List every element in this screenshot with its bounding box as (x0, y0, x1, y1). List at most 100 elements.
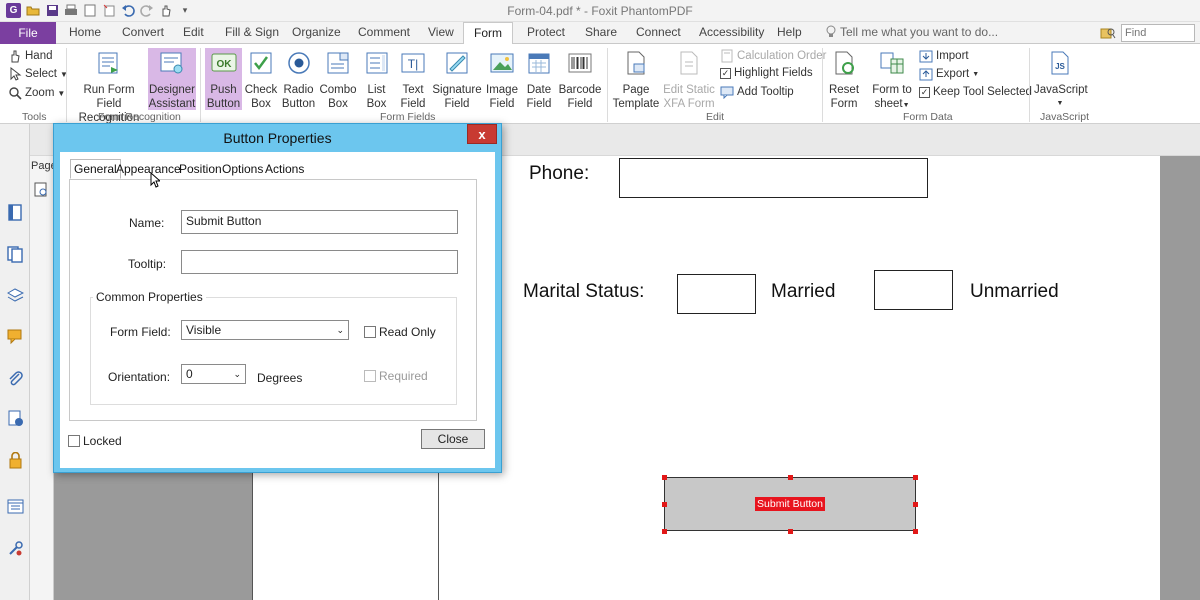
tab-appearance[interactable]: Appearance (116, 162, 181, 176)
hand-tool[interactable]: Hand (8, 49, 53, 63)
unmarried-checkbox-field[interactable] (874, 270, 953, 310)
zoom-dropdown-icon: ▼ (57, 88, 66, 98)
resize-handle[interactable] (913, 529, 918, 534)
tab-accessibility[interactable]: Accessibility (699, 25, 764, 39)
push-button-tool[interactable]: OK Push Button (205, 48, 242, 110)
keep-tool-selected-checkbox[interactable]: ✓ (919, 86, 930, 98)
page-thumbnails-icon[interactable] (7, 204, 24, 221)
customize-qat-icon[interactable]: ▾ (178, 3, 192, 17)
form-field-select[interactable]: Visible ⌄ (181, 320, 349, 340)
resize-handle[interactable] (913, 475, 918, 480)
tab-fill-sign[interactable]: Fill & Sign (225, 25, 279, 39)
edit-static-xfa-button[interactable]: Edit Static XFA Form (662, 48, 716, 110)
layers-icon[interactable] (7, 287, 24, 304)
tab-help[interactable]: Help (777, 25, 802, 39)
highlight-fields-toggle[interactable]: ✓ Highlight Fields (720, 67, 813, 79)
signature-field-tool[interactable]: Signature Field (432, 48, 482, 110)
tab-position[interactable]: Position (179, 162, 222, 176)
barcode-field-tool[interactable]: Barcode Field (558, 48, 602, 110)
designer-assistant-button[interactable]: Designer Assistant (148, 48, 196, 110)
tab-form[interactable]: Form (463, 22, 513, 45)
required-label: Required (379, 369, 428, 383)
tab-comment[interactable]: Comment (358, 25, 410, 39)
read-only-checkbox[interactable]: Read Only (364, 325, 436, 339)
radio-button-tool[interactable]: Radio Button (280, 48, 317, 110)
combo-box-tool[interactable]: Combo Box (319, 48, 357, 110)
required-checkbox[interactable]: Required (364, 369, 428, 383)
save-icon[interactable] (45, 3, 59, 17)
find-options-icon[interactable] (1100, 26, 1118, 40)
highlight-fields-checkbox[interactable]: ✓ (720, 67, 731, 79)
text-field-tool[interactable]: T| Text Field (396, 48, 430, 110)
print-icon[interactable] (64, 3, 78, 17)
find-input[interactable] (1121, 24, 1195, 42)
add-tooltip-button[interactable]: Add Tooltip (720, 85, 794, 99)
security-lock-icon[interactable] (7, 452, 24, 469)
check-box-tool[interactable]: Check Box (244, 48, 278, 110)
undo-icon[interactable] (121, 3, 135, 17)
import-button[interactable]: Import (919, 49, 969, 63)
tab-edit[interactable]: Edit (183, 25, 204, 39)
tab-options[interactable]: Options (222, 162, 263, 176)
date-field-tool[interactable]: Date Field (522, 48, 556, 110)
resize-handle[interactable] (662, 529, 667, 534)
resize-handle[interactable] (788, 529, 793, 534)
tab-connect[interactable]: Connect (636, 25, 681, 39)
required-box[interactable] (364, 370, 376, 382)
xfa-label-2: XFA Form (663, 98, 715, 110)
married-checkbox-field[interactable] (677, 274, 756, 314)
tab-organize[interactable]: Organize (292, 25, 341, 39)
new-blank-icon[interactable] (102, 3, 116, 17)
resize-handle[interactable] (662, 475, 667, 480)
resize-handle[interactable] (788, 475, 793, 480)
signatures-icon[interactable] (7, 410, 24, 427)
tell-me-search[interactable]: Tell me what you want to do... (826, 25, 998, 39)
tab-home[interactable]: Home (69, 25, 101, 39)
page-template-button[interactable]: Page Template (612, 48, 660, 110)
file-tab[interactable]: File (0, 22, 56, 44)
redo-icon[interactable] (140, 3, 154, 17)
image-field-tool[interactable]: Image Field (484, 48, 520, 110)
tab-convert[interactable]: Convert (122, 25, 164, 39)
resize-handle[interactable] (913, 502, 918, 507)
open-icon[interactable] (26, 3, 40, 17)
attachments-icon[interactable] (7, 370, 24, 387)
form-fields-panel-icon[interactable] (7, 498, 24, 515)
list-box-tool[interactable]: List Box (359, 48, 394, 110)
tab-general[interactable]: General (70, 159, 121, 179)
reset-form-button[interactable]: Reset Form (826, 48, 862, 110)
export-button[interactable]: Export ▼ (919, 67, 979, 81)
zoom-tool[interactable]: Zoom ▼ (8, 86, 65, 100)
tab-actions[interactable]: Actions (265, 162, 304, 176)
name-input[interactable]: Submit Button (181, 210, 458, 234)
button-properties-dialog: Button Properties x General Appearance P… (53, 123, 502, 473)
pages-icon[interactable] (7, 246, 24, 263)
wrench-tools-icon[interactable] (7, 540, 24, 557)
read-only-box[interactable] (364, 326, 376, 338)
ribbon-tabs: File Home Convert Edit Fill & Sign Organ… (0, 22, 1200, 45)
resize-handle[interactable] (662, 502, 667, 507)
hand-tool-quick-icon[interactable] (159, 3, 173, 17)
calculation-order-button[interactable]: Calculation Order (720, 49, 826, 63)
submit-button-field[interactable]: Submit Button (664, 477, 916, 531)
orientation-select[interactable]: 0 ⌄ (181, 364, 246, 384)
close-button[interactable]: Close (421, 429, 485, 449)
add-tooltip-label: Add Tooltip (737, 86, 794, 98)
new-document-icon[interactable] (83, 3, 97, 17)
form-field-label: Form Field: (110, 325, 171, 339)
tab-share[interactable]: Share (585, 25, 617, 39)
phone-field[interactable] (619, 158, 928, 198)
javascript-button[interactable]: JS JavaScript ▼ (1034, 48, 1088, 110)
tab-protect[interactable]: Protect (527, 25, 565, 39)
locked-box[interactable] (68, 435, 80, 447)
keep-tool-selected-toggle[interactable]: ✓ Keep Tool Selected (919, 86, 1032, 98)
tab-view[interactable]: View (428, 25, 454, 39)
select-tool[interactable]: Select ▼ (8, 67, 68, 81)
locked-checkbox[interactable]: Locked (68, 434, 122, 448)
comments-icon[interactable] (7, 328, 24, 345)
form-to-sheet-button[interactable]: Form to sheet▼ (870, 48, 914, 110)
tooltip-input[interactable] (181, 250, 458, 274)
dialog-close-button[interactable]: x (467, 124, 497, 144)
page-zoom-icon[interactable] (34, 182, 50, 198)
run-form-field-recognition-button[interactable]: Run Form Field Recognition (72, 48, 146, 124)
